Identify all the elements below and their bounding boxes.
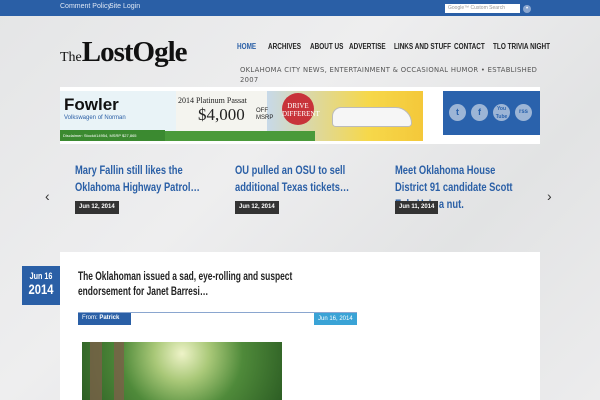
from-label: From:: [82, 315, 98, 321]
search-button[interactable]: •: [523, 5, 531, 13]
ad-drive-badge: DRIVE DIFFERENT: [282, 93, 320, 125]
slider-prev-arrow[interactable]: ‹: [45, 188, 50, 204]
youtube-icon[interactable]: You Tube: [493, 104, 510, 121]
nav-links-and-stuff[interactable]: LINKS AND STUFF: [394, 42, 451, 51]
post-author: From: Patrick: [78, 313, 131, 325]
tree-trunk: [90, 342, 102, 400]
slide-title[interactable]: OU pulled an OSU to sell additional Texa…: [235, 162, 368, 196]
tagline: OKLAHOMA CITY NEWS, ENTERTAINMENT & OCCA…: [240, 66, 538, 84]
nav-home[interactable]: HOME: [237, 42, 256, 51]
site-login-link[interactable]: Site Login: [109, 3, 140, 10]
slide-title[interactable]: Mary Fallin still likes the Oklahoma Hig…: [75, 162, 208, 196]
facebook-icon[interactable]: f: [471, 104, 488, 121]
ad-sub: Volkswagen of Norman: [64, 115, 126, 121]
social-links: t f You Tube rss: [443, 91, 540, 135]
search-icon: •: [525, 6, 529, 12]
ad-model: 2014 Platinum Passat: [178, 96, 247, 105]
badge-year: 2014: [28, 281, 54, 297]
ad-car-image: [332, 107, 412, 127]
slide-date: Jun 12, 2014: [235, 201, 279, 214]
ad-banner[interactable]: Fowler Volkswagen of Norman Disclaimer: …: [60, 91, 423, 141]
ad-grass: [165, 131, 315, 141]
badge-month: Jun 16: [29, 271, 53, 281]
nav-about-us[interactable]: ABOUT US: [310, 42, 343, 51]
site-logo[interactable]: TheLostOgle: [60, 36, 188, 69]
search-input[interactable]: Google™ Custom Search: [445, 4, 520, 13]
ad-disclaimer: Disclaimer: Stock#14954, MSRP $27,865: [60, 130, 165, 141]
twitter-icon[interactable]: t: [449, 104, 466, 121]
slide-date: Jun 11, 2014: [395, 201, 439, 214]
slider-next-arrow[interactable]: ›: [547, 188, 552, 204]
top-bar: Comment Policy Site Login Google™ Custom…: [0, 0, 600, 16]
ad-off: OFF MSRP: [256, 108, 274, 121]
logo-name: LostOgle: [81, 36, 188, 68]
author-name[interactable]: Patrick: [99, 315, 119, 321]
post-image[interactable]: [82, 342, 282, 400]
slide-date: Jun 12, 2014: [75, 201, 119, 214]
post-title[interactable]: The Oklahoman issued a sad, eye-rolling …: [78, 269, 316, 299]
post-meta: From: Patrick Jun 16, 2014: [78, 312, 357, 325]
ad-brand: Fowler: [64, 95, 119, 114]
ad-price: $4,000: [198, 105, 245, 124]
nav-archives[interactable]: ARCHIVES: [268, 42, 301, 51]
rss-icon[interactable]: rss: [515, 104, 532, 121]
comment-policy-link[interactable]: Comment Policy: [60, 3, 111, 10]
tree-trunk: [114, 342, 124, 400]
nav-advertise[interactable]: ADVERTISE: [349, 42, 386, 51]
nav-contact[interactable]: CONTACT: [454, 42, 485, 51]
nav-tlo-trivia-night[interactable]: TLO TRIVIA NIGHT: [493, 42, 550, 51]
logo-the: The: [60, 50, 82, 65]
post-date: Jun 16, 2014: [314, 313, 357, 325]
post-date-badge: Jun 16 2014: [22, 266, 60, 305]
